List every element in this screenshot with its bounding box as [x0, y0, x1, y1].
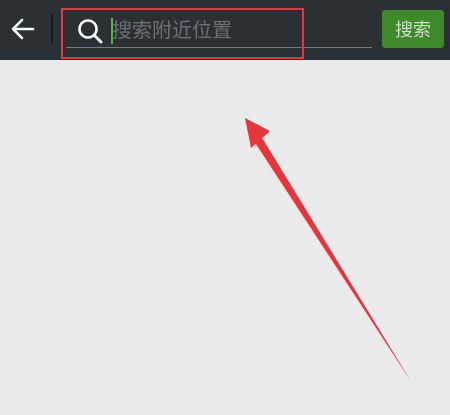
top-bar: 搜索	[0, 0, 450, 60]
toolbar-divider	[51, 14, 53, 44]
back-button[interactable]	[8, 14, 38, 44]
annotation-arrow	[245, 118, 412, 383]
arrow-left-icon	[11, 18, 35, 40]
annotation-arrow-head	[245, 118, 270, 148]
search-button[interactable]: 搜索	[382, 10, 444, 48]
search-icon	[78, 19, 103, 44]
search-input[interactable]	[110, 14, 367, 46]
search-underline	[66, 47, 372, 48]
annotation-arrow-shaft	[254, 136, 412, 383]
search-box[interactable]	[64, 10, 372, 49]
